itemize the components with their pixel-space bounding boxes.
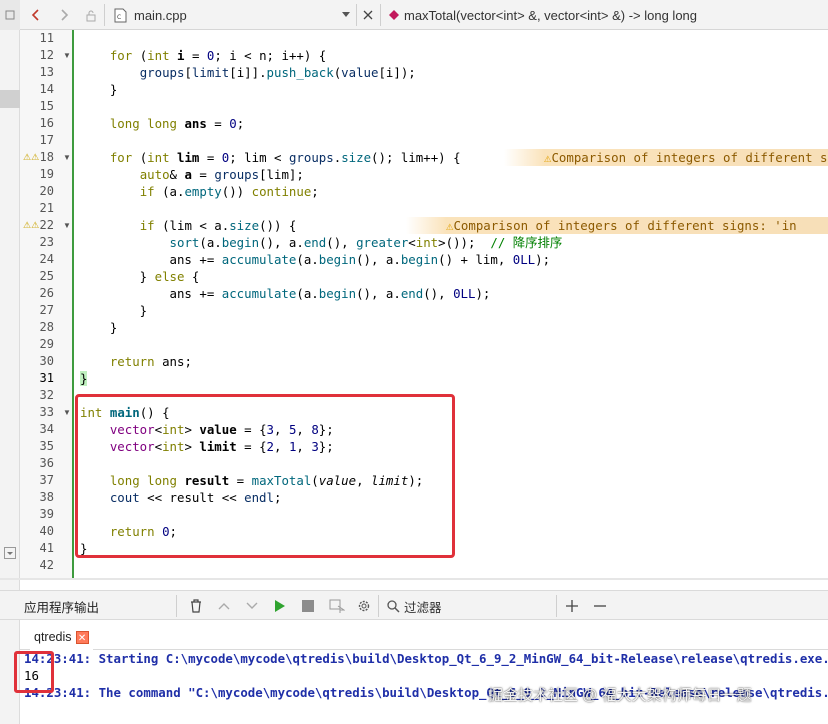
watermark: 掘金技术社区 @ 福大大架构师每日一题 (488, 687, 752, 704)
tab-label: qtredis (34, 630, 72, 644)
line-number: 40 (39, 524, 54, 538)
code-line-24: ans += accumulate(a.begin(), a.begin() +… (80, 252, 551, 267)
line-number: 42 (39, 558, 54, 572)
output-line-1: 14:23:41: Starting C:\mycode\mycode\qtre… (24, 651, 828, 666)
line-number: 32 (39, 388, 54, 402)
close-tab-icon[interactable]: ✕ (75, 630, 89, 644)
line-number: 12 (39, 48, 54, 62)
line-number: 29 (39, 337, 54, 351)
line-number: 17 (39, 133, 54, 147)
warning-icon[interactable]: ⚠⚠ (23, 149, 39, 166)
line-number: 15 (39, 99, 54, 113)
warning-icon[interactable]: ⚠⚠ (23, 217, 39, 234)
file-dropdown-icon[interactable] (338, 0, 354, 30)
fold-marker-icon[interactable]: ▼ (63, 404, 71, 421)
function-symbol-icon (386, 0, 402, 30)
code-line-28: } (80, 320, 118, 335)
function-signature-selector[interactable]: maxTotal(vector<int> &, vector<int> &) -… (404, 0, 828, 30)
output-panel-toolbar: 应用程序输出 过滤器 (0, 590, 828, 620)
line-number: 37 (39, 473, 54, 487)
line-number: 16 (39, 116, 54, 130)
output-panel-title: 应用程序输出 (24, 600, 100, 615)
line-number: 41 (39, 541, 54, 555)
line-number: 31 (39, 371, 54, 385)
chevron-up-icon[interactable] (214, 591, 234, 621)
search-icon (384, 591, 402, 621)
code-line-31: } (80, 371, 88, 386)
output-tab-row: qtredis ✕ (20, 620, 828, 650)
line-number: 11 (39, 31, 54, 45)
side-strip-marker[interactable] (0, 90, 20, 108)
line-number-gutter: 11 12 ▼ 13 14 15 16 17 18 ▼ ⚠⚠ 19 20 21 22 ▼ ⚠⚠ 23 24 25 26 2… (20, 30, 74, 578)
code-line-16: long long ans = 0; (109, 116, 245, 131)
collapse-panel-icon[interactable] (4, 546, 16, 559)
stop-icon[interactable] (298, 591, 318, 621)
line-number: 20 (39, 184, 54, 198)
fold-marker-icon[interactable]: ▼ (63, 217, 71, 234)
highlight-box-main-function (75, 394, 455, 558)
svg-text:C: C (117, 14, 121, 21)
panel-splitter[interactable] (0, 578, 828, 580)
code-line-30: return ans; (109, 354, 192, 369)
file-name-label[interactable]: main.cpp (134, 0, 334, 30)
trash-icon[interactable] (186, 591, 206, 621)
close-file-icon[interactable] (358, 0, 378, 30)
cpp-file-icon: C (110, 0, 130, 30)
gear-icon[interactable] (354, 591, 374, 621)
code-line-26: ans += accumulate(a.begin(), a.end(), 0L… (80, 286, 491, 301)
back-arrow-icon[interactable] (24, 0, 48, 30)
line-number: 25 (39, 269, 54, 283)
warning-annotation-line-18[interactable]: ⚠Comparison of integers of different s (504, 149, 828, 166)
line-number: 33 (39, 405, 54, 419)
line-number: 36 (39, 456, 54, 470)
highlight-box-output-result (14, 651, 54, 693)
code-line-18: for (int lim = 0; lim < groups.size(); l… (109, 150, 461, 165)
code-line-27: } (80, 303, 148, 318)
code-line-12: for (int i = 0; i < n; i++) { (109, 48, 327, 63)
warning-annotation-line-22[interactable]: ⚠Comparison of integers of different sig… (406, 217, 828, 234)
remove-icon[interactable] (590, 591, 610, 621)
run-icon[interactable] (270, 591, 290, 621)
line-number: 24 (39, 252, 54, 266)
line-number: 35 (39, 439, 54, 453)
code-line-23: sort(a.begin(), a.end(), greater<int>())… (169, 235, 563, 250)
editor-toolbar: C main.cpp maxTotal(vector<int> &, vecto… (0, 0, 828, 30)
line-number: 14 (39, 82, 54, 96)
chevron-down-icon[interactable] (242, 591, 262, 621)
code-line-14: } (80, 82, 118, 97)
code-line-25: } else { (80, 269, 200, 284)
line-number: 39 (39, 507, 54, 521)
line-number: 13 (39, 65, 54, 79)
qt-creator-window: C main.cpp maxTotal(vector<int> &, vecto… (0, 0, 828, 724)
fold-marker-icon[interactable]: ▼ (63, 47, 71, 64)
line-number: 23 (39, 235, 54, 249)
code-line-19: auto& a = groups[lim]; (139, 167, 304, 182)
line-number: 30 (39, 354, 54, 368)
forward-arrow-icon[interactable] (52, 0, 76, 30)
filter-input[interactable]: 过滤器 (404, 591, 442, 621)
fold-marker-icon[interactable]: ▼ (63, 149, 71, 166)
line-number: 19 (39, 167, 54, 181)
line-number: 21 (39, 201, 54, 215)
add-icon[interactable] (562, 591, 582, 621)
line-number: 38 (39, 490, 54, 504)
tab-qtredis[interactable]: qtredis ✕ (30, 624, 93, 650)
code-line-13: groups[limit[i]].push_back(value[i]); (139, 65, 416, 80)
attach-debugger-icon[interactable] (326, 591, 348, 621)
sidebar-toggle-icon[interactable] (0, 0, 20, 30)
line-number: 28 (39, 320, 54, 334)
lock-icon[interactable] (80, 0, 102, 30)
code-line-22: if (lim < a.size()) { (139, 218, 297, 233)
line-number: 34 (39, 422, 54, 436)
line-number: 27 (39, 303, 54, 317)
code-line-20: if (a.empty()) continue; (139, 184, 319, 199)
line-number: 26 (39, 286, 54, 300)
